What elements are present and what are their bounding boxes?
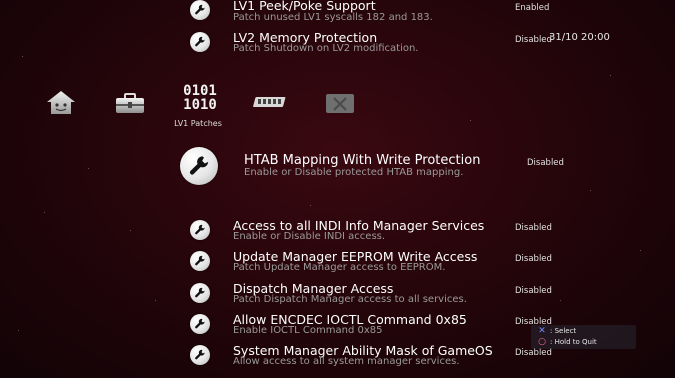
binary-glyph-bottom: 1010 [183, 97, 217, 113]
hint-label: : Select [550, 327, 577, 335]
wrench-icon [190, 283, 210, 303]
hint-label: : Hold to Quit [550, 338, 597, 346]
circle-button-icon: ○ [538, 337, 546, 347]
item-subtitle: Patch unused LV1 syscalls 182 and 183. [233, 12, 433, 23]
item-subtitle: Enable or Disable protected HTAB mapping… [244, 167, 464, 178]
item-subtitle: Patch Shutdown on LV2 modification. [233, 43, 419, 54]
star [610, 75, 611, 76]
star [310, 205, 311, 206]
item-subtitle: Patch Dispatch Manager access to all ser… [233, 294, 467, 305]
item-subtitle: Patch Update Manager access to EEPROM. [233, 262, 446, 273]
category-home[interactable] [44, 88, 78, 116]
category-memory[interactable] [252, 88, 286, 116]
hint-quit: ○ : Hold to Quit [537, 337, 597, 347]
cross-button-icon: ✕ [538, 326, 546, 336]
list-item[interactable]: LV2 Memory Protection Patch Shutdown on … [0, 30, 675, 62]
category-lv1-patches[interactable]: 0101 1010 [181, 84, 219, 112]
status-badge: Disabled [515, 286, 552, 296]
toolbox-icon [116, 93, 144, 113]
memory-chip-icon [253, 97, 286, 107]
star [590, 190, 591, 191]
wrench-icon [190, 314, 210, 334]
wrench-icon [180, 147, 218, 185]
category-label: LV1 Patches [174, 119, 222, 128]
item-subtitle: Enable IOCTL Command 0x85 [233, 325, 383, 336]
wrench-icon [190, 32, 210, 52]
folder-icon [326, 94, 354, 113]
item-subtitle: Enable or Disable INDI access. [233, 231, 386, 242]
wrench-icon [190, 220, 210, 240]
wrench-icon [190, 251, 210, 271]
list-item[interactable]: Dispatch Manager Access Patch Dispatch M… [0, 281, 675, 313]
home-icon [47, 91, 75, 114]
list-item[interactable]: Access to all INDI Info Manager Services… [0, 218, 675, 250]
category-toolbox[interactable] [113, 88, 147, 116]
star [470, 120, 471, 121]
status-badge: Disabled [515, 35, 552, 45]
list-item[interactable]: Update Manager EEPROM Write Access Patch… [0, 249, 675, 281]
wrench-icon [190, 345, 210, 365]
status-badge: Disabled [515, 254, 552, 264]
category-folder[interactable] [323, 88, 357, 116]
item-subtitle: Allow access to all system manager servi… [233, 356, 460, 367]
status-badge: Disabled [515, 348, 552, 358]
list-item-selected[interactable]: HTAB Mapping With Write Protection Enabl… [0, 147, 675, 187]
wrench-icon [190, 0, 210, 20]
binary-glyph-top: 0101 [183, 83, 217, 99]
hint-select: ✕ : Select [537, 326, 576, 336]
item-title: HTAB Mapping With Write Protection [244, 153, 481, 168]
status-badge: Enabled [515, 3, 550, 13]
binary-icon: 0101 1010 [181, 84, 219, 112]
status-badge: Disabled [515, 223, 552, 233]
star [44, 212, 45, 213]
button-hints: ✕ : Select ○ : Hold to Quit [531, 325, 636, 349]
status-badge: Disabled [527, 158, 564, 168]
list-item[interactable]: LV1 Peek/Poke Support Patch unused LV1 s… [0, 0, 675, 32]
